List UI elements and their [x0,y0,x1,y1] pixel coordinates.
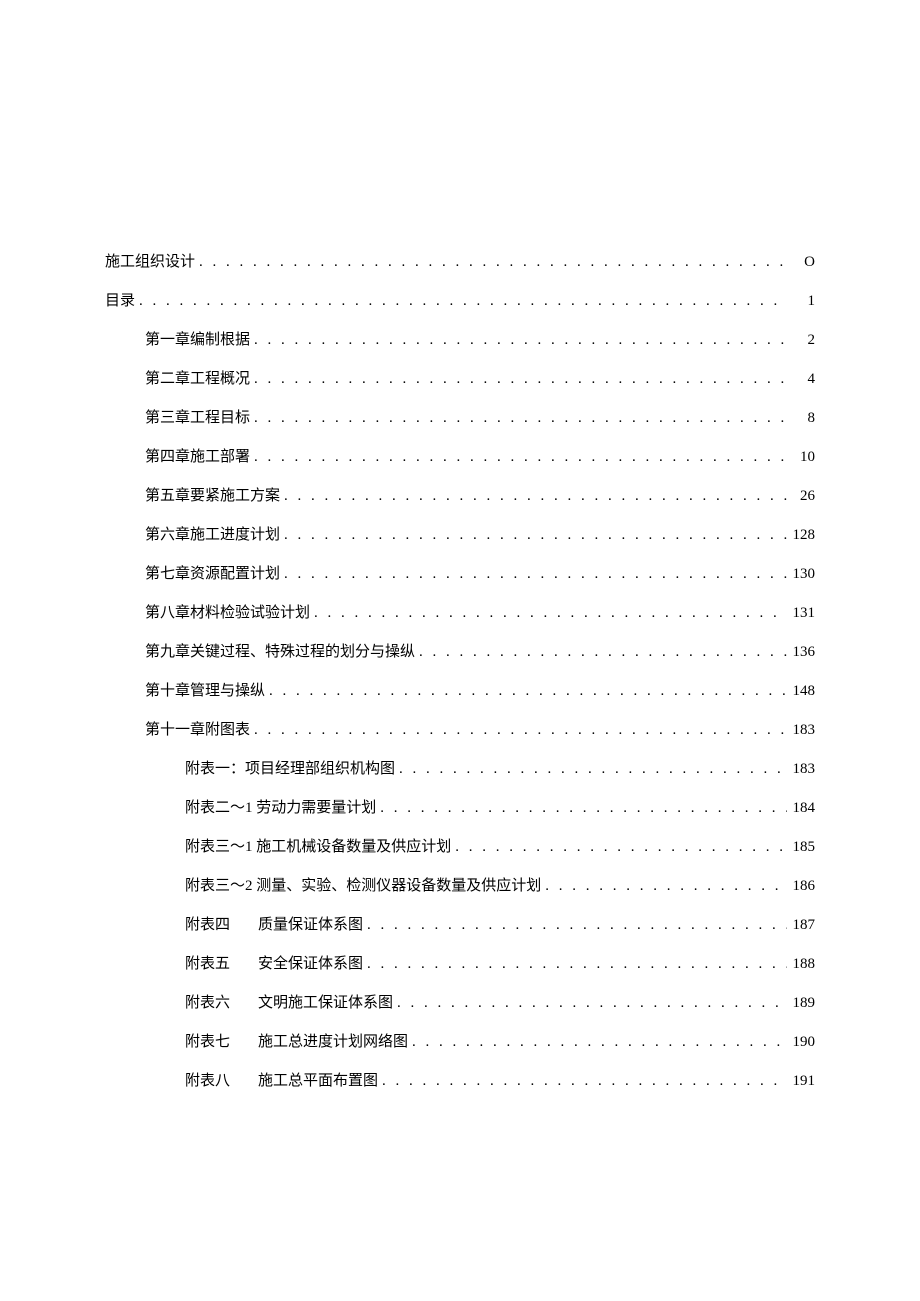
toc-entry-page: 185 [787,839,815,856]
toc-entry-label: 附表八 [185,1069,230,1090]
toc-entry-page: 183 [787,761,815,778]
toc-entry-page: 191 [787,1073,815,1090]
table-of-contents: 施工组织设计 O 目录 1 第一章编制根据 2 第二章工程概况 4 第三章工程目标 8 第四章施工部… [105,250,815,1090]
toc-entry-label: 附表七 [185,1030,230,1051]
toc-entry-page: 187 [787,917,815,934]
toc-entry: 附表一：项目经理部组织机构图 183 [105,757,815,778]
toc-entry-label-secondary: 质量保证体系图 [258,913,363,934]
toc-leader-dots [195,254,787,271]
toc-leader-dots [250,371,787,388]
toc-entry: 目录 1 [105,289,815,310]
toc-entry-page: 188 [787,956,815,973]
toc-entry-page: 186 [787,878,815,895]
toc-entry-label-secondary: 安全保证体系图 [258,952,363,973]
toc-entry: 附表五 安全保证体系图 188 [105,952,815,973]
toc-entry: 附表八 施工总平面布置图 191 [105,1069,815,1090]
toc-entry: 第一章编制根据 2 [105,328,815,349]
toc-entry: 第四章施工部署 10 [105,445,815,466]
toc-entry-label: 第五章要紧施工方案 [145,484,280,505]
toc-entry-page: 189 [787,995,815,1012]
toc-entry-label: 第九章关键过程、特殊过程的划分与操纵 [145,640,415,661]
toc-entry-page: 131 [787,605,815,622]
toc-entry-label: 第一章编制根据 [145,328,250,349]
toc-leader-dots [280,527,787,544]
toc-entry: 第七章资源配置计划 130 [105,562,815,583]
toc-entry-page: 130 [787,566,815,583]
toc-entry-label-secondary: 施工总平面布置图 [258,1069,378,1090]
toc-entry: 施工组织设计 O [105,250,815,271]
toc-leader-dots [250,449,787,466]
toc-entry-label: 附表六 [185,991,230,1012]
toc-leader-dots [250,722,787,739]
toc-entry-label: 附表三～1 施工机械设备数量及供应计划 [185,835,451,856]
toc-entry-page: 8 [787,410,815,427]
toc-entry: 第三章工程目标 8 [105,406,815,427]
toc-entry: 第九章关键过程、特殊过程的划分与操纵 136 [105,640,815,661]
toc-entry-label: 附表四 [185,913,230,934]
toc-leader-dots [541,878,787,895]
toc-leader-dots [135,293,787,310]
toc-leader-dots [415,644,787,661]
toc-entry: 第五章要紧施工方案 26 [105,484,815,505]
toc-entry-label-secondary: 施工总进度计划网络图 [258,1030,408,1051]
toc-entry: 附表六 文明施工保证体系图 189 [105,991,815,1012]
toc-entry-page: 128 [787,527,815,544]
toc-entry-label: 第六章施工进度计划 [145,523,280,544]
toc-entry-page: 2 [787,332,815,349]
toc-entry: 第二章工程概况 4 [105,367,815,388]
toc-entry-label: 第四章施工部署 [145,445,250,466]
toc-entry-page: 1 [787,293,815,310]
toc-leader-dots [378,1073,787,1090]
toc-entry-label: 附表一：项目经理部组织机构图 [185,757,395,778]
toc-leader-dots [310,605,787,622]
toc-entry: 附表七 施工总进度计划网络图 190 [105,1030,815,1051]
toc-leader-dots [250,332,787,349]
toc-entry-page: 136 [787,644,815,661]
toc-leader-dots [363,956,787,973]
toc-entry-label: 附表五 [185,952,230,973]
toc-entry: 附表三～2 测量、实验、检测仪器设备数量及供应计划 186 [105,874,815,895]
toc-entry: 附表四 质量保证体系图 187 [105,913,815,934]
toc-entry-label: 第七章资源配置计划 [145,562,280,583]
toc-leader-dots [280,566,787,583]
toc-entry-label: 施工组织设计 [105,250,195,271]
toc-leader-dots [376,800,787,817]
toc-entry: 第八章材料检验试验计划 131 [105,601,815,622]
toc-entry: 第十一章附图表 183 [105,718,815,739]
toc-entry-label: 第二章工程概况 [145,367,250,388]
toc-leader-dots [250,410,787,427]
toc-entry-label: 第三章工程目标 [145,406,250,427]
toc-entry-page: 4 [787,371,815,388]
toc-leader-dots [280,488,787,505]
toc-leader-dots [451,839,787,856]
toc-leader-dots [393,995,787,1012]
toc-leader-dots [265,683,787,700]
toc-entry-label-secondary: 文明施工保证体系图 [258,991,393,1012]
toc-entry-page: O [787,254,815,271]
toc-entry-page: 148 [787,683,815,700]
toc-entry-label: 目录 [105,289,135,310]
toc-entry: 附表二～1 劳动力需要量计划 184 [105,796,815,817]
toc-leader-dots [395,761,787,778]
toc-entry-label: 附表二～1 劳动力需要量计划 [185,796,376,817]
toc-entry: 第六章施工进度计划 128 [105,523,815,544]
toc-entry-label: 第十章管理与操纵 [145,679,265,700]
toc-entry-label: 第十一章附图表 [145,718,250,739]
toc-entry-page: 190 [787,1034,815,1051]
toc-entry-label: 附表三～2 测量、实验、检测仪器设备数量及供应计划 [185,874,541,895]
toc-leader-dots [408,1034,787,1051]
toc-entry-label: 第八章材料检验试验计划 [145,601,310,622]
toc-leader-dots [363,917,787,934]
toc-entry: 第十章管理与操纵 148 [105,679,815,700]
toc-entry-page: 184 [787,800,815,817]
toc-entry: 附表三～1 施工机械设备数量及供应计划 185 [105,835,815,856]
toc-entry-page: 183 [787,722,815,739]
toc-entry-page: 10 [787,449,815,466]
toc-entry-page: 26 [787,488,815,505]
